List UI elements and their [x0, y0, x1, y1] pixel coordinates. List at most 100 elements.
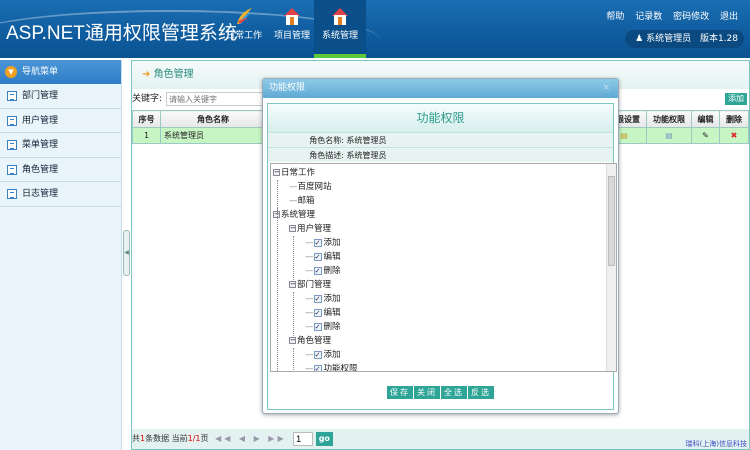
- tree-branch: —: [289, 182, 298, 192]
- tree-branch: —: [289, 196, 298, 206]
- sidebar-item-department[interactable]: 部门管理: [0, 84, 121, 109]
- sidebar-item-label: 日志管理: [22, 189, 59, 199]
- list-icon: [7, 189, 17, 199]
- add-button[interactable]: 添加: [725, 93, 747, 105]
- dialog-title: 功能权限: [269, 83, 306, 93]
- user-icon: ♟: [635, 34, 644, 44]
- checkbox-checked[interactable]: ✓: [313, 266, 322, 275]
- checkbox-checked[interactable]: ✓: [313, 294, 322, 303]
- sidebar-header[interactable]: ▼ 导航菜单: [0, 60, 121, 84]
- records-link[interactable]: 记录数: [635, 12, 662, 22]
- col-no: 序号: [132, 110, 161, 128]
- checkbox-checked[interactable]: ✓: [313, 350, 322, 359]
- tree-node-label: 部门管理: [297, 280, 332, 290]
- pagination: 共1条数据 当前1/1页 ◀◀ ◀ ▶ ▶▶ go 瑞科(上海)信息科技: [132, 429, 749, 449]
- tree-line: [293, 236, 294, 280]
- edit-icon[interactable]: ✎: [691, 127, 720, 144]
- sidebar-item-roles[interactable]: 角色管理: [0, 158, 121, 182]
- sidebar-item-logs[interactable]: 日志管理: [0, 182, 121, 207]
- tree-node[interactable]: —✓ 删除: [305, 320, 341, 334]
- tree-node-label: 添加: [323, 350, 341, 360]
- collapse-icon[interactable]: −: [289, 281, 296, 288]
- scrollbar-thumb[interactable]: [608, 176, 615, 266]
- nav-daily-work[interactable]: 日常工作: [218, 0, 270, 58]
- tree-node[interactable]: −角色管理: [289, 334, 331, 348]
- tree-node[interactable]: —✓ 删除: [305, 264, 341, 278]
- select-all-button[interactable]: 全选: [441, 386, 467, 399]
- dialog-titlebar[interactable]: 功能权限 ×: [263, 79, 618, 98]
- tree-node[interactable]: −日常工作: [273, 166, 315, 180]
- tree-node[interactable]: —✓ 编辑: [305, 250, 341, 264]
- tree-node[interactable]: —✓ 功能权限: [305, 362, 358, 372]
- footer-text: 条数据 当前: [145, 434, 188, 443]
- logout-link[interactable]: 退出: [720, 12, 738, 22]
- app-title: ASP.NET通用权限管理系统: [6, 23, 237, 44]
- nav-system[interactable]: 系统管理: [314, 0, 366, 58]
- tree-node[interactable]: —✓ 添加: [305, 236, 341, 250]
- page-input[interactable]: [293, 431, 314, 446]
- tree-node-label: 编辑: [323, 252, 341, 262]
- role-desc-label: 角色描述:: [309, 151, 344, 160]
- tree-node[interactable]: −用户管理: [289, 222, 331, 236]
- copyright[interactable]: 瑞科(上海)信息科技: [686, 439, 747, 449]
- checkbox-checked[interactable]: ✓: [313, 322, 322, 331]
- scrollbar[interactable]: [606, 164, 616, 371]
- nav-label: 系统管理: [321, 31, 358, 41]
- func-perm-icon[interactable]: ▤: [646, 127, 692, 144]
- page-title-text: 角色管理: [153, 69, 194, 80]
- tree-node-label: 系统管理: [281, 210, 316, 220]
- role-name-label: 角色名称:: [309, 136, 344, 145]
- tree-node-label: 添加: [323, 238, 341, 248]
- tree-node[interactable]: −系统管理: [273, 208, 315, 222]
- tree-node[interactable]: −部门管理: [289, 278, 331, 292]
- tree-node-label: 角色管理: [297, 336, 332, 346]
- list-icon: [7, 140, 17, 150]
- sidebar: ▼ 导航菜单 部门管理 用户管理 菜单管理 角色管理 日志管理: [0, 60, 122, 450]
- pager-arrows[interactable]: ◀◀ ◀ ▶ ▶▶: [215, 434, 287, 443]
- help-link[interactable]: 帮助: [606, 12, 624, 22]
- delete-icon[interactable]: ✖: [719, 127, 749, 144]
- feather-icon: [237, 8, 252, 24]
- sidebar-item-label: 用户管理: [22, 115, 59, 126]
- checkbox-checked[interactable]: ✓: [313, 238, 322, 247]
- user-name: 系统管理员: [646, 34, 692, 44]
- current-page: 1/1: [187, 434, 201, 443]
- list-icon: [7, 91, 17, 101]
- nav-project[interactable]: 项目管理: [266, 0, 318, 58]
- tree-branch: —: [305, 350, 314, 360]
- change-password-link[interactable]: 密码修改: [673, 12, 709, 22]
- tree-branch: —: [305, 308, 314, 318]
- tree-node[interactable]: —百度网站: [289, 180, 332, 194]
- tree-node-label: 删除: [323, 322, 341, 332]
- checkbox-checked[interactable]: ✓: [313, 364, 322, 371]
- collapse-icon[interactable]: −: [289, 225, 296, 232]
- keyword-input[interactable]: [166, 92, 276, 106]
- checkbox-checked[interactable]: ✓: [313, 308, 322, 317]
- header: ASP.NET通用权限管理系统 日常工作 项目管理 系统管理 帮助 记录数 密码…: [0, 0, 750, 58]
- invert-selection-button[interactable]: 反选: [468, 386, 494, 399]
- tree-branch: —: [305, 364, 314, 372]
- close-button[interactable]: 关闭: [414, 386, 440, 399]
- checkbox-checked[interactable]: ✓: [313, 252, 322, 261]
- sidebar-collapse-handle[interactable]: ◀: [123, 230, 130, 276]
- tree-branch: —: [305, 238, 314, 248]
- dialog-buttons: 保存 关闭 全选 反选: [268, 386, 613, 399]
- house-icon: [284, 8, 300, 25]
- tree-node[interactable]: —✓ 添加: [305, 348, 341, 362]
- tree-node[interactable]: —✓ 编辑: [305, 306, 341, 320]
- function-permission-dialog: 功能权限 × 功能权限 角色名称: 系统管理员 角色描述: 系统管理员 −日常工作…: [262, 78, 619, 414]
- collapse-icon[interactable]: −: [289, 337, 296, 344]
- collapse-icon[interactable]: −: [273, 169, 280, 176]
- footer-text: 共: [132, 434, 140, 443]
- role-desc-row: 角色描述: 系统管理员: [268, 147, 613, 162]
- tree-node[interactable]: —✓ 添加: [305, 292, 341, 306]
- tree-node-label: 百度网站: [297, 182, 332, 192]
- save-button[interactable]: 保存: [387, 386, 413, 399]
- sidebar-item-users[interactable]: 用户管理: [0, 109, 121, 133]
- tree-node-label: 添加: [323, 294, 341, 304]
- go-button[interactable]: go: [315, 431, 333, 446]
- close-icon[interactable]: ×: [602, 79, 610, 98]
- tree-node[interactable]: —邮箱: [289, 194, 315, 208]
- sidebar-item-menu[interactable]: 菜单管理: [0, 133, 121, 158]
- list-icon: [7, 115, 17, 126]
